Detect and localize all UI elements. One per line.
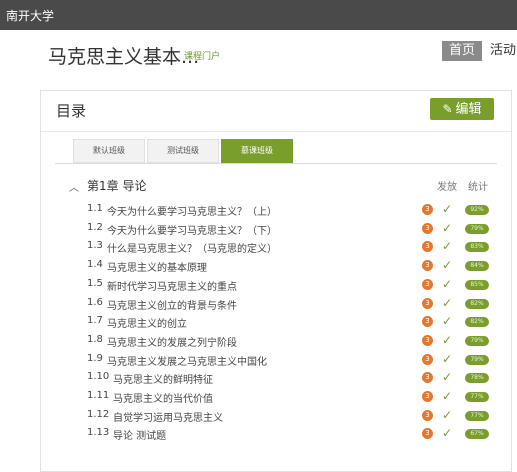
lesson-title[interactable]: 今天为什么要学习马克思主义？（下） [107,222,277,237]
pencil-icon: ✎ [442,102,453,116]
lesson-row[interactable]: 1.11 马克思主义的当代价值 3 ✓ 77% [41,388,511,406]
task-count-badge[interactable]: 3 [422,409,433,421]
lesson-title[interactable]: 自觉学习运用马克思主义 [113,409,223,424]
published-check-icon[interactable]: ✓ [442,408,452,422]
published-check-icon[interactable]: ✓ [442,314,452,328]
published-check-icon[interactable]: ✓ [442,296,452,310]
tabs-divider [55,163,497,164]
lesson-row[interactable]: 1.5 新时代学习马克思主义的重点 3 ✓ 85% [41,276,511,294]
task-count-badge[interactable]: 3 [422,204,433,215]
tab-mooc-class[interactable]: 慕课班级 [221,139,293,163]
lesson-title[interactable]: 导论 测试题 [113,427,166,442]
lesson-title[interactable]: 马克思主义的发展之列宁阶段 [107,334,237,349]
lesson-row[interactable]: 1.4 马克思主义的基本原理 3 ✓ 84% [41,257,511,275]
lesson-row[interactable]: 1.7 马克思主义的创立 3 ✓ 82% [41,313,511,331]
lesson-row[interactable]: 1.3 什么是马克思主义？（马克思的定义） 3 ✓ 83% [41,238,511,256]
course-portal-link[interactable]: 课程门户 [184,49,220,62]
completion-percent-badge[interactable]: 79% [465,354,489,365]
lesson-title[interactable]: 今天为什么要学习马克思主义？（上） [107,203,277,218]
lesson-row[interactable]: 1.8 马克思主义的发展之列宁阶段 3 ✓ 79% [41,332,511,350]
top-bar: 南开大学 [0,0,517,30]
lesson-number: 1.10 [87,371,110,383]
completion-percent-badge[interactable]: 79% [465,223,489,234]
task-count-badge[interactable]: 3 [422,391,433,402]
edit-button[interactable]: ✎ 编辑 [430,98,494,120]
lesson-number: 1.7 [87,315,103,327]
lesson-row[interactable]: 1.2 今天为什么要学习马克思主义？（下） 3 ✓ 79% [41,220,511,238]
lesson-number: 1.4 [87,259,103,271]
nav-home-tab[interactable]: 首页 [442,41,482,61]
lesson-number: 1.12 [87,408,110,420]
task-count-badge[interactable]: 3 [422,297,433,309]
university-brand[interactable]: 南开大学 [6,7,54,24]
stats-column-header: 统计 [468,182,488,193]
lesson-number: 1.2 [87,221,103,233]
published-check-icon[interactable]: ✓ [442,202,452,216]
completion-percent-badge[interactable]: 82% [465,298,489,309]
publish-column-header: 发放 [437,182,457,193]
divider [41,131,511,132]
published-check-icon[interactable]: ✓ [442,239,452,253]
task-count-badge[interactable]: 3 [422,316,433,328]
completion-percent-badge[interactable]: 83% [465,242,489,253]
nav-activity-tab[interactable]: 活动 [490,41,516,61]
completion-percent-badge[interactable]: 77% [465,392,489,402]
catalog-panel: 目录 ✎ 编辑 默认班级 测试班级 慕课班级 ︿ 第1章 导论 发放 统计 1.1… [40,90,512,472]
lesson-title[interactable]: 新时代学习马克思主义的重点 [107,278,237,293]
lesson-number: 1.13 [87,427,110,439]
edit-button-label: 编辑 [455,102,482,117]
lesson-title[interactable]: 马克思主义的鲜明特征 [113,371,213,386]
task-count-badge[interactable]: 3 [422,428,433,440]
lesson-row[interactable]: 1.1 今天为什么要学习马克思主义？（上） 3 ✓ 92% [41,201,511,219]
course-title[interactable]: 马克思主义基本... [48,42,199,69]
published-check-icon[interactable]: ✓ [442,352,452,366]
published-check-icon[interactable]: ✓ [442,389,452,403]
catalog-title: 目录 [56,102,87,120]
lesson-number: 1.1 [87,203,103,214]
completion-percent-badge[interactable]: 77% [465,410,489,421]
completion-percent-badge[interactable]: 84% [465,261,489,272]
lesson-row[interactable]: 1.10 马克思主义的鲜明特征 3 ✓ 78% [41,369,511,387]
published-check-icon[interactable]: ✓ [442,333,452,347]
lesson-title[interactable]: 马克思主义的基本原理 [107,259,207,274]
task-count-badge[interactable]: 3 [422,372,433,384]
task-count-badge[interactable]: 3 [422,278,433,290]
lesson-number: 1.3 [87,240,103,252]
lesson-title[interactable]: 马克思主义的当代价值 [113,390,213,405]
lesson-number: 1.5 [87,277,103,289]
lesson-row[interactable]: 1.13 导论 测试题 3 ✓ 67% [41,425,511,443]
lesson-title[interactable]: 马克思主义的创立 [107,315,187,330]
lesson-row[interactable]: 1.6 马克思主义创立的背景与条件 3 ✓ 82% [41,295,511,313]
tab-default-class[interactable]: 默认班级 [73,139,145,163]
completion-percent-badge[interactable]: 85% [465,279,489,290]
lesson-title[interactable]: 马克思主义发展之马克思主义中国化 [107,353,267,368]
completion-percent-badge[interactable]: 78% [465,373,489,384]
task-count-badge[interactable]: 3 [422,353,433,365]
completion-percent-badge[interactable]: 82% [465,317,489,328]
lesson-title[interactable]: 什么是马克思主义？（马克思的定义） [107,240,277,255]
lesson-title[interactable]: 马克思主义创立的背景与条件 [107,297,237,312]
published-check-icon[interactable]: ✓ [442,426,452,440]
lesson-row[interactable]: 1.12 自觉学习运用马克思主义 3 ✓ 77% [41,407,511,425]
lesson-number: 1.9 [87,352,103,364]
chevron-up-icon[interactable]: ︿ [69,179,79,194]
published-check-icon[interactable]: ✓ [442,277,452,291]
lesson-row[interactable]: 1.9 马克思主义发展之马克思主义中国化 3 ✓ 79% [41,351,511,369]
completion-percent-badge[interactable]: 92% [465,205,489,215]
task-count-badge[interactable]: 3 [422,260,433,272]
published-check-icon[interactable]: ✓ [442,258,452,272]
tab-test-class[interactable]: 测试班级 [147,139,219,163]
task-count-badge[interactable]: 3 [422,222,433,234]
completion-percent-badge[interactable]: 79% [465,335,489,346]
lesson-number: 1.8 [87,333,103,345]
completion-percent-badge[interactable]: 67% [465,429,489,440]
task-count-badge[interactable]: 3 [422,334,433,346]
chapter-title[interactable]: 第1章 导论 [87,177,146,194]
published-check-icon[interactable]: ✓ [442,221,452,235]
lesson-number: 1.11 [87,390,110,401]
task-count-badge[interactable]: 3 [422,241,433,253]
lesson-number: 1.6 [87,296,103,308]
published-check-icon[interactable]: ✓ [442,370,452,384]
